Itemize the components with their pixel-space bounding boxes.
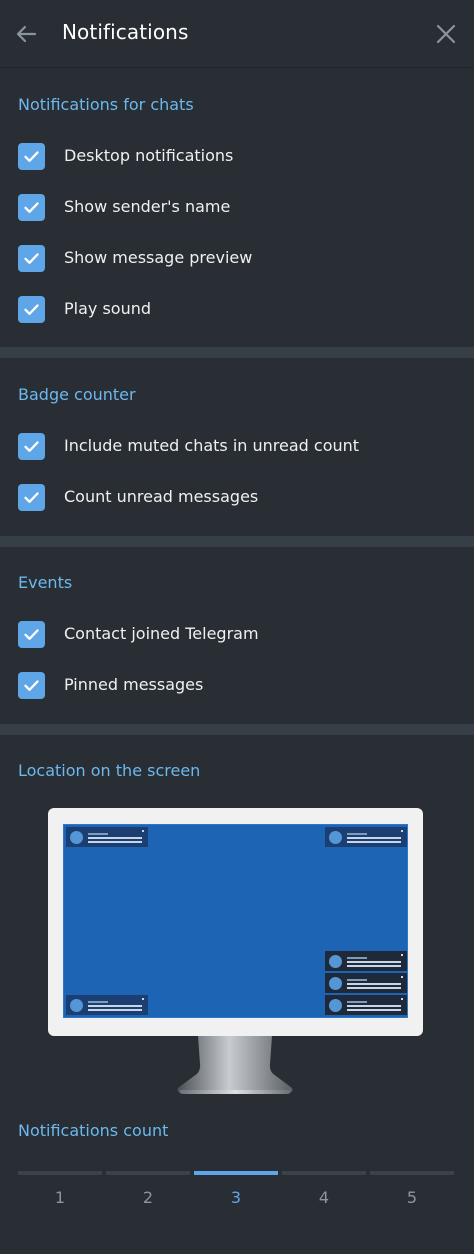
- checkbox-label: Contact joined Telegram: [64, 624, 259, 643]
- checkbox-row-show-message-preview[interactable]: Show message preview: [0, 242, 474, 282]
- checkmark-icon: [24, 253, 39, 264]
- checkbox[interactable]: [18, 245, 45, 272]
- checkbox-row-count-unread[interactable]: Count unread messages: [0, 481, 474, 521]
- page-title: Notifications: [62, 20, 189, 44]
- corner-bottom-left[interactable]: [66, 995, 148, 1015]
- count-slider-segment-3[interactable]: [194, 1171, 278, 1175]
- section-title-location: Location on the screen: [18, 761, 201, 780]
- count-option-3[interactable]: 3: [194, 1188, 278, 1207]
- avatar: [329, 955, 342, 968]
- avatar: [329, 977, 342, 990]
- checkbox[interactable]: [18, 433, 45, 460]
- count-slider-segment-5[interactable]: [370, 1171, 454, 1175]
- checkmark-icon: [24, 202, 39, 213]
- checkbox-row-include-muted[interactable]: Include muted chats in unread count: [0, 430, 474, 470]
- count-slider-segment-1[interactable]: [18, 1171, 102, 1175]
- header-bar: Notifications: [0, 0, 474, 68]
- corner-bottom-right-preview-3[interactable]: [325, 995, 407, 1015]
- checkbox-label: Include muted chats in unread count: [64, 436, 360, 455]
- checkbox-label: Show sender's name: [64, 197, 231, 216]
- monitor-screen[interactable]: [63, 824, 408, 1018]
- avatar: [329, 831, 342, 844]
- checkmark-icon: [24, 151, 39, 162]
- checkbox-label: Count unread messages: [64, 487, 259, 506]
- checkbox-label: Pinned messages: [64, 675, 204, 694]
- checkmark-icon: [24, 304, 39, 315]
- avatar: [70, 831, 83, 844]
- avatar: [70, 999, 83, 1012]
- checkmark-icon: [24, 680, 39, 691]
- checkmark-icon: [24, 441, 39, 452]
- close-button[interactable]: [430, 18, 462, 50]
- corner-bottom-right-preview-2[interactable]: [325, 973, 407, 993]
- checkbox-row-desktop-notifications[interactable]: Desktop notifications: [0, 140, 474, 180]
- checkbox-row-show-sender-name[interactable]: Show sender's name: [0, 191, 474, 231]
- monitor-stand: [177, 1036, 293, 1094]
- checkbox[interactable]: [18, 194, 45, 221]
- arrow-left-icon: [16, 25, 37, 43]
- checkbox[interactable]: [18, 484, 45, 511]
- section-title-count: Notifications count: [18, 1121, 169, 1140]
- checkbox-row-contact-joined[interactable]: Contact joined Telegram: [0, 618, 474, 658]
- count-option-2[interactable]: 2: [106, 1188, 190, 1207]
- count-slider-segment-4[interactable]: [282, 1171, 366, 1175]
- count-option-5[interactable]: 5: [370, 1188, 454, 1207]
- section-title-badge: Badge counter: [18, 385, 136, 404]
- checkbox[interactable]: [18, 621, 45, 648]
- checkbox-label: Play sound: [64, 299, 152, 318]
- corner-bottom-right-preview-1[interactable]: [325, 951, 407, 971]
- checkbox[interactable]: [18, 296, 45, 323]
- section-title-chats: Notifications for chats: [18, 95, 194, 114]
- checkmark-icon: [24, 492, 39, 503]
- checkbox-row-play-sound[interactable]: Play sound: [0, 293, 474, 333]
- section-divider: [0, 536, 474, 547]
- checkbox[interactable]: [18, 143, 45, 170]
- avatar: [329, 999, 342, 1012]
- checkbox-label: Desktop notifications: [64, 146, 234, 165]
- section-divider: [0, 724, 474, 735]
- section-title-events: Events: [18, 573, 73, 592]
- corner-top-left[interactable]: [66, 827, 148, 847]
- count-option-1[interactable]: 1: [18, 1188, 102, 1207]
- close-icon: [436, 24, 456, 44]
- count-slider-segment-2[interactable]: [106, 1171, 190, 1175]
- back-button[interactable]: [10, 18, 42, 50]
- checkbox-row-pinned-messages[interactable]: Pinned messages: [0, 669, 474, 709]
- section-divider: [0, 347, 474, 358]
- corner-top-right[interactable]: [325, 827, 407, 847]
- monitor-illustration: [48, 808, 424, 1098]
- count-option-4[interactable]: 4: [282, 1188, 366, 1207]
- checkbox-label: Show message preview: [64, 248, 253, 267]
- checkbox[interactable]: [18, 672, 45, 699]
- checkmark-icon: [24, 629, 39, 640]
- monitor-frame: [48, 808, 423, 1036]
